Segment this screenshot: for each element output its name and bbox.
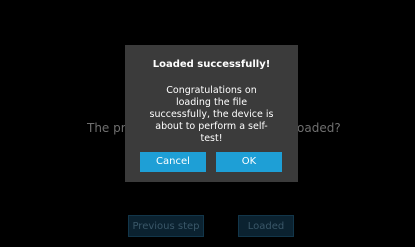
dialog-message-line: about to perform a self- — [155, 121, 268, 132]
dialog-message-line: Congratulations on — [166, 85, 257, 96]
dialog-message: Congratulations on loading the file succ… — [139, 85, 284, 145]
dialog-message-line: loading the file — [175, 97, 248, 108]
dialog-message-line: test! — [200, 133, 223, 144]
modal-overlay: Loaded successfully! Congratulations on … — [0, 0, 415, 247]
dialog-title: Loaded successfully! — [152, 59, 271, 70]
ok-button[interactable]: OK — [216, 152, 282, 172]
cancel-button[interactable]: Cancel — [140, 152, 206, 172]
dialog-message-line: successfully, the device is — [149, 109, 274, 120]
